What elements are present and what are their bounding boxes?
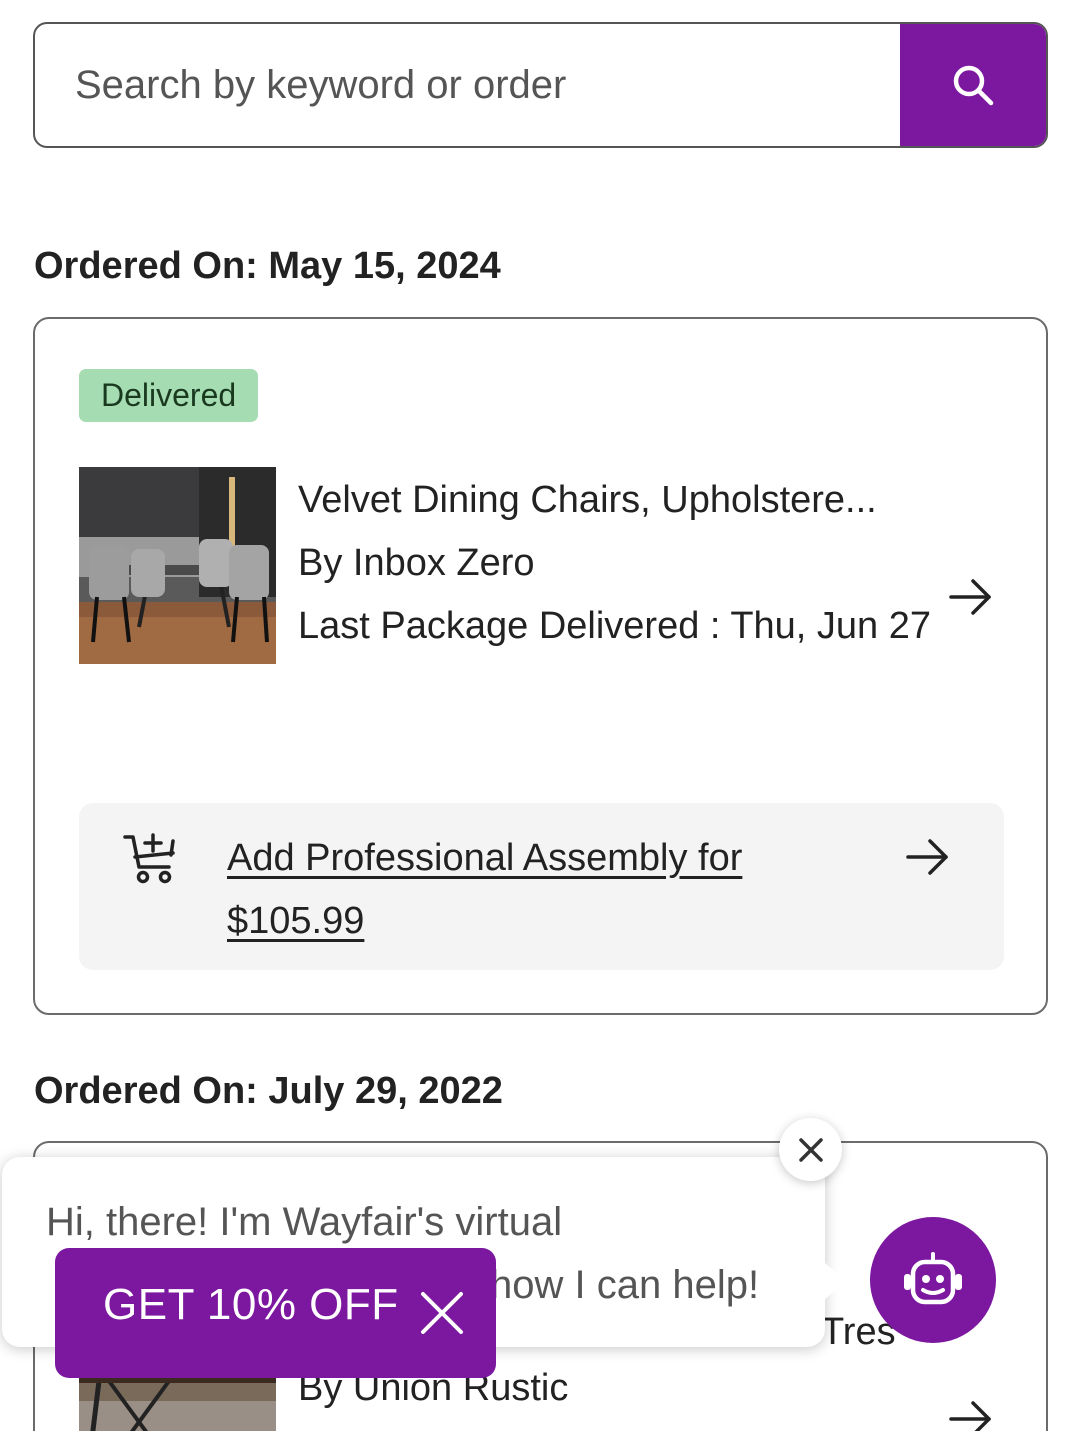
close-icon[interactable] (419, 1290, 465, 1341)
order-date-heading: Ordered On: July 29, 2022 (34, 1070, 503, 1112)
promo-offer-button[interactable]: GET 10% OFF (103, 1280, 399, 1330)
status-badge: Delivered (79, 369, 259, 422)
search-icon (953, 65, 994, 106)
assembly-link[interactable]: Add Professional Assembly for $105.99 (227, 827, 847, 953)
chat-assistant-button[interactable] (870, 1217, 996, 1343)
search-input[interactable] (35, 24, 900, 146)
promo-banner: GET 10% OFF (55, 1248, 496, 1378)
assembly-offer[interactable]: Add Professional Assembly for $105.99 (79, 803, 1004, 970)
orders-page: Ordered On: May 15, 2024 Delivered (0, 0, 1080, 1431)
chat-close-button[interactable] (779, 1118, 842, 1181)
cart-plus-icon (123, 831, 179, 892)
arrow-right-icon[interactable] (949, 577, 993, 622)
arrow-right-icon (906, 837, 950, 882)
arrow-right-icon[interactable] (949, 1399, 993, 1431)
chat-line: Hi, there! I'm Wayfair's virtual (46, 1200, 563, 1244)
product-brand: By Inbox Zero (298, 542, 535, 584)
order-date-heading: Ordered On: May 15, 2024 (34, 245, 501, 287)
delivery-status: Last Package Delivered : Thu, Jun 27 (298, 605, 932, 647)
close-icon (798, 1137, 823, 1162)
search-bar (33, 22, 1048, 148)
search-button[interactable] (900, 24, 1046, 146)
order-card: Delivered Velvet Dining Chairs, Upholste… (33, 317, 1048, 1015)
product-image[interactable] (79, 467, 276, 664)
product-title: Velvet Dining Chairs, Upholstere... (298, 479, 877, 521)
product-image[interactable] (79, 1371, 276, 1431)
product-details[interactable]: Velvet Dining Chairs, Upholstere... By I… (298, 469, 948, 658)
chatbot-icon (904, 1252, 962, 1305)
